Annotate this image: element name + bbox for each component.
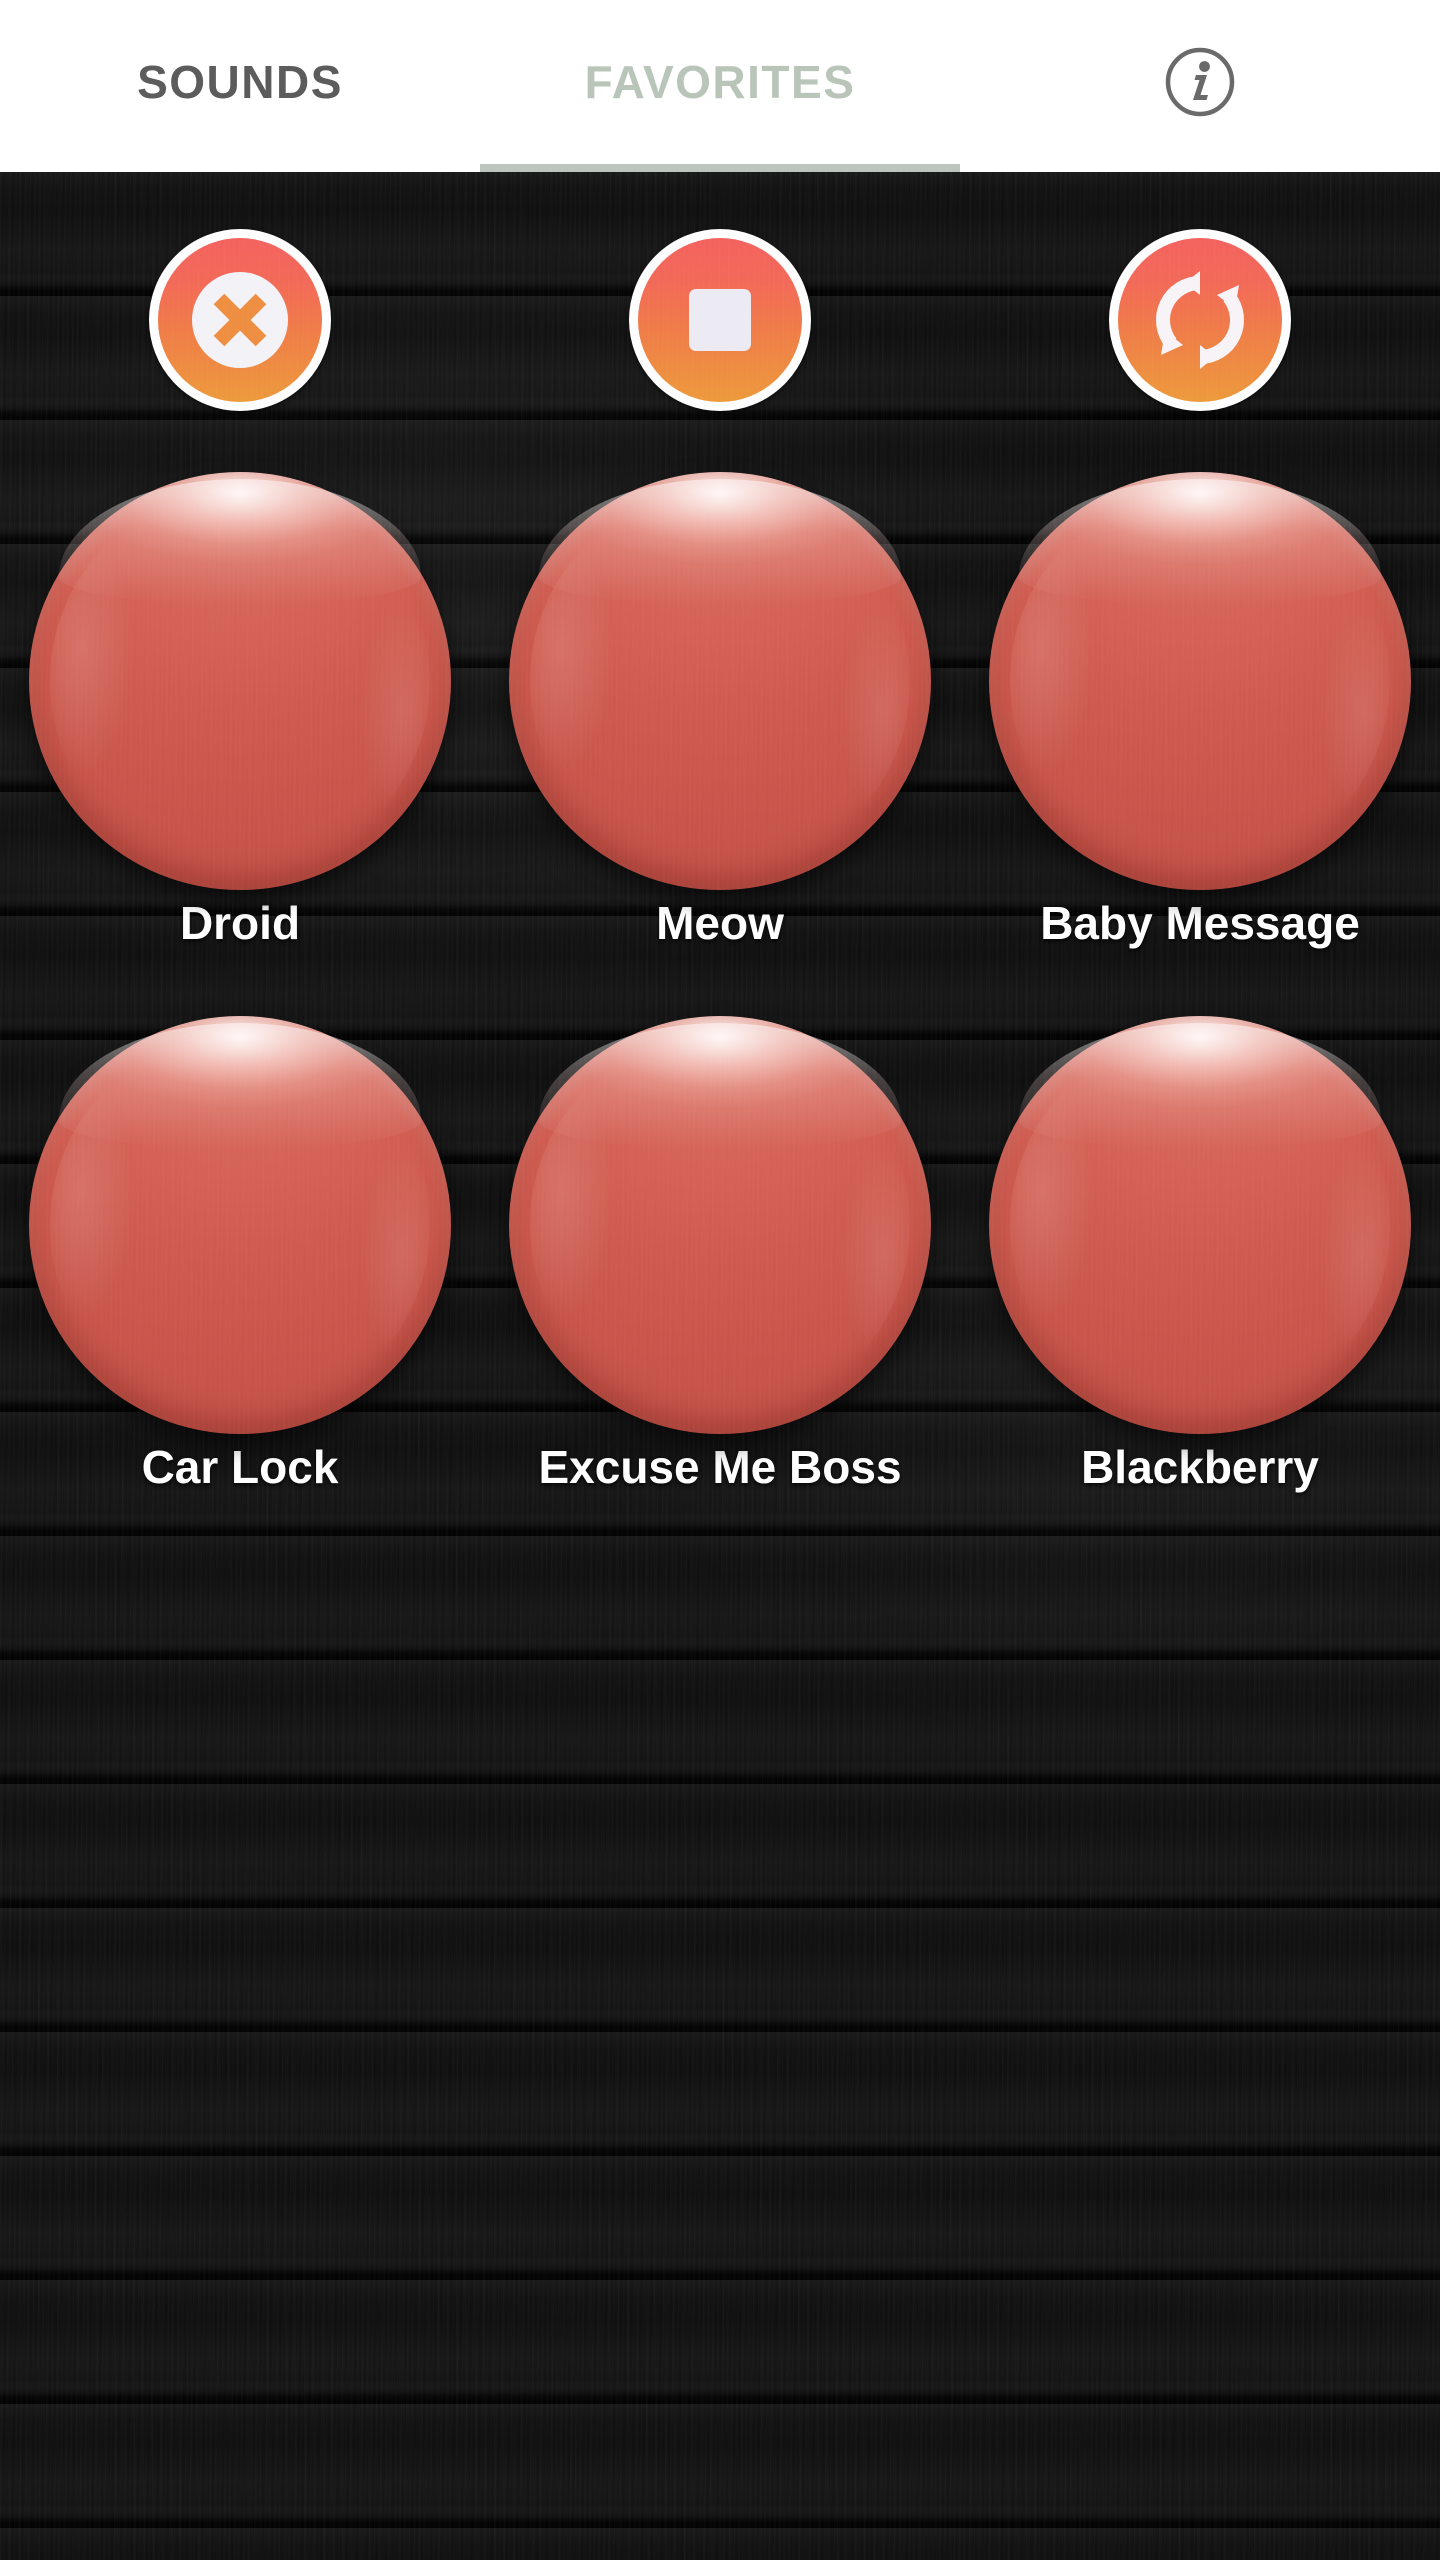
sound-pad-cell: Droid [0,472,480,946]
pad-wrapper [989,1016,1411,1456]
sound-pad-cell: Meow [480,472,960,946]
sound-pad-label: Car Lock [141,1441,339,1493]
sound-pad-label: Excuse Me Boss [538,1441,902,1493]
sound-board-stage: Droid Meow Baby Message Car Lock Excuse … [0,172,1440,2560]
clear-button[interactable] [149,229,331,411]
circle-x-icon [192,272,288,368]
sound-pad-label: Droid [179,897,301,949]
sound-pad-row: Car Lock Excuse Me Boss Blackberry [0,1016,1440,1490]
sound-pad-cell: Car Lock [0,1016,480,1490]
sound-pad-car-lock[interactable] [29,1016,451,1434]
sound-pad-excuse-me-boss[interactable] [509,1016,931,1434]
transport-controls [0,220,1440,420]
control-cell-stop [480,229,960,411]
tab-favorites-label: FAVORITES [584,56,856,108]
sound-pad-row: Droid Meow Baby Message [0,472,1440,946]
sound-pad-baby-message[interactable] [989,472,1411,890]
info-circle-icon[interactable] [1163,45,1237,119]
pad-wrapper [989,472,1411,912]
pad-wrapper [29,472,451,912]
stop-button[interactable] [629,229,811,411]
active-tab-indicator [480,164,960,172]
pad-wrapper [509,472,931,912]
sound-pad-grid: Droid Meow Baby Message Car Lock Excuse … [0,472,1440,1490]
sound-pad-label: Blackberry [1081,1441,1319,1493]
sound-pad-cell: Blackberry [960,1016,1440,1490]
info-button-cell [960,0,1440,164]
app-header: SOUNDS FAVORITES [0,0,1440,172]
tab-favorites[interactable]: FAVORITES [480,0,960,164]
control-cell-clear [0,229,480,411]
tab-bar: SOUNDS FAVORITES [0,0,1440,164]
sound-pad-meow[interactable] [509,472,931,890]
sound-pad-label: Meow [656,897,784,949]
stop-square-icon [689,289,751,351]
control-cell-loop [960,229,1440,411]
sound-pad-label: Baby Message [1040,897,1360,949]
sound-pad-cell: Excuse Me Boss [480,1016,960,1490]
sound-pad-droid[interactable] [29,472,451,890]
sound-pad-cell: Baby Message [960,472,1440,946]
tab-sounds-label: SOUNDS [137,56,343,108]
sound-pad-blackberry[interactable] [989,1016,1411,1434]
pad-wrapper [509,1016,931,1456]
row-spacer [0,946,1440,1016]
loop-button[interactable] [1109,229,1291,411]
tab-sounds[interactable]: SOUNDS [0,0,480,164]
pad-wrapper [29,1016,451,1456]
loop-repeat-icon [1155,271,1245,369]
